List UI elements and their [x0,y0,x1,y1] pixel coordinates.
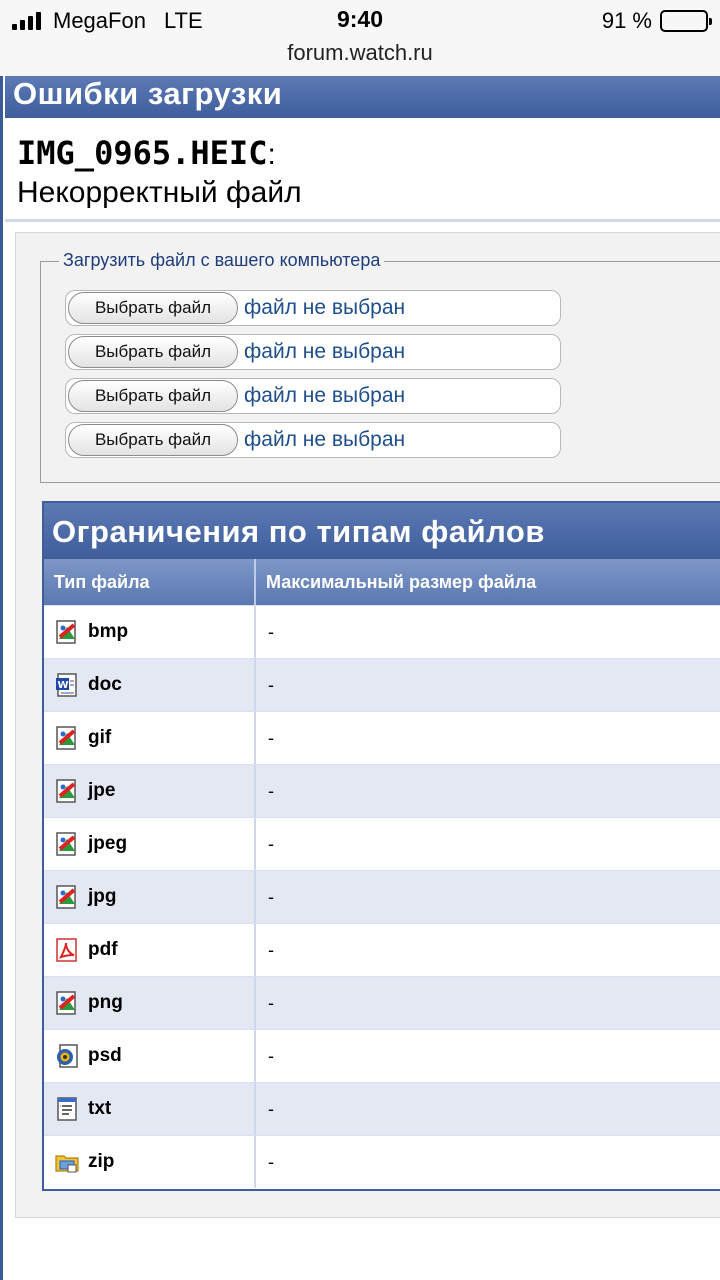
table-row: jpe - [44,764,720,817]
svg-text:W: W [58,680,69,691]
file-type-cell: jpg [44,871,256,923]
status-right: 91 % [601,8,712,34]
image-file-icon [54,725,80,751]
file-extension: gif [88,727,112,748]
file-type-cell: txt [44,1083,256,1135]
error-heading: Ошибки загрузки [5,76,720,118]
table-row: bmp - [44,605,720,658]
status-bar: MegaFon LTE 9:40 91 % forum.watch.ru [0,0,720,76]
file-type-cell: zip [44,1136,256,1188]
column-header-type: Тип файла [44,559,256,605]
choose-file-button[interactable]: Выбрать файл [68,424,238,456]
max-size-cell: - [268,1045,274,1066]
choose-file-button[interactable]: Выбрать файл [68,336,238,368]
file-extension: pdf [88,939,118,960]
file-status: файл не выбран [244,428,406,451]
file-extension: psd [88,1045,122,1066]
file-type-cell: psd [44,1030,256,1082]
choose-file-button[interactable]: Выбрать файл [68,292,238,324]
limits-heading: Ограничения по типам файлов [44,503,720,559]
file-status: файл не выбран [244,384,406,407]
table-row: zip - [44,1135,720,1188]
upload-fieldset: Загрузить файл с вашего компьютера Выбра… [40,250,720,483]
file-extension: jpg [88,886,117,907]
text-file-icon [54,1096,80,1122]
max-size-cell: - [268,780,274,801]
choose-file-button[interactable]: Выбрать файл [68,380,238,412]
upload-legend: Загрузить файл с вашего компьютера [59,250,385,271]
file-extension: zip [88,1151,115,1172]
table-row: png - [44,976,720,1029]
max-size-cell: - [268,886,274,907]
table-row: Wdoc - [44,658,720,711]
table-row: pdf - [44,923,720,976]
limits-column-headers: Тип файла Максимальный размер файла [44,559,720,605]
file-type-limits-table: Ограничения по типам файлов Тип файла Ма… [42,501,720,1191]
file-input-4[interactable]: Выбрать файл файл не выбран [65,422,561,458]
file-extension: jpeg [88,833,128,854]
error-box: IMG_0965.HEIC: Некорректный файл [5,118,720,222]
file-type-cell: jpeg [44,818,256,870]
image-file-icon [54,990,80,1016]
error-separator: : [267,138,276,171]
file-status: файл не выбран [244,340,406,363]
max-size-cell: - [268,992,274,1013]
file-type-cell: bmp [44,606,256,658]
table-row: jpeg - [44,817,720,870]
file-input-1[interactable]: Выбрать файл файл не выбран [65,290,561,326]
max-size-cell: - [268,1151,274,1172]
table-row: txt - [44,1082,720,1135]
pdf-file-icon [54,937,80,963]
file-status: файл не выбран [244,296,406,319]
error-filename: IMG_0965.HEIC [17,134,268,172]
file-extension: txt [88,1098,112,1119]
file-type-cell: png [44,977,256,1029]
upload-panel: Загрузить файл с вашего компьютера Выбра… [15,232,720,1218]
file-input-2[interactable]: Выбрать файл файл не выбран [65,334,561,370]
file-extension: jpe [88,780,116,801]
image-file-icon [54,831,80,857]
file-type-cell: jpe [44,765,256,817]
column-header-size: Максимальный размер файла [266,571,537,592]
address-bar-url[interactable]: forum.watch.ru [0,40,720,66]
limits-rows: bmp - Wdoc - gif - jpe - jpeg - jpg - pdf - png - psd - tx… [44,605,720,1188]
zip-file-icon [54,1149,80,1175]
table-row: jpg - [44,870,720,923]
psd-file-icon [54,1043,80,1069]
battery-icon [660,10,712,32]
max-size-cell: - [268,939,274,960]
file-extension: png [88,992,123,1013]
file-extension: doc [88,674,122,695]
word-file-icon: W [54,672,80,698]
file-extension: bmp [88,621,129,642]
max-size-cell: - [268,833,274,854]
page-content: Ошибки загрузки IMG_0965.HEIC: Некоррект… [0,76,720,1280]
max-size-cell: - [268,727,274,748]
table-row: gif - [44,711,720,764]
max-size-cell: - [268,674,274,695]
max-size-cell: - [268,1098,274,1119]
file-type-cell: Wdoc [44,659,256,711]
battery-percent: 91 % [601,8,652,33]
file-type-cell: pdf [44,924,256,976]
image-file-icon [54,619,80,645]
file-input-3[interactable]: Выбрать файл файл не выбран [65,378,561,414]
image-file-icon [54,778,80,804]
file-type-cell: gif [44,712,256,764]
table-row: psd - [44,1029,720,1082]
max-size-cell: - [268,621,274,642]
image-file-icon [54,884,80,910]
error-message: Некорректный файл [17,176,302,209]
